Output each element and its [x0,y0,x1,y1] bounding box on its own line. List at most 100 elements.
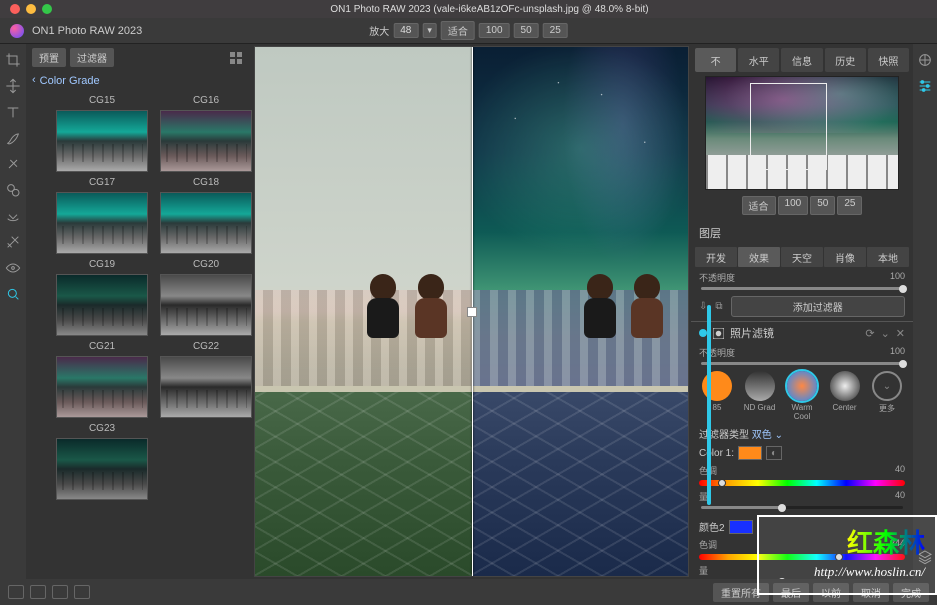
hue2-label: 色调 [699,538,717,551]
canvas[interactable] [254,46,689,577]
add-filter-button[interactable]: 添加过滤器 [731,296,905,317]
style-center[interactable]: Center [827,371,863,421]
app-icon [10,24,24,38]
watermark: 红森林 http://www.hoslin.cn/ [757,515,937,595]
preset-thumb[interactable] [56,356,148,418]
preset-label: CG22 [160,338,252,356]
document-tab[interactable]: ON1 Photo RAW 2023 [32,25,142,37]
layout-3-icon[interactable] [52,585,68,599]
preset-thumb[interactable] [56,192,148,254]
preset-grid[interactable]: CG15CG16 CG17CG18 CG19CG20 CG21CG22 CG23 [26,92,252,577]
zoom-value[interactable]: 48 [393,23,418,38]
preset-breadcrumb[interactable]: ‹ Color Grade [26,70,252,92]
brush-icon[interactable] [5,130,21,146]
zoom-label: 放大 [369,23,389,38]
amount1-value: 40 [895,490,905,503]
reset-icon[interactable]: ⟳ [865,327,874,340]
hue1-slider[interactable] [699,480,905,486]
style-more[interactable]: ⌄更多 [869,371,905,421]
preset-label: CG15 [56,92,148,110]
minimize-window[interactable] [26,4,36,14]
preset-thumb[interactable] [160,192,252,254]
filter-header[interactable]: 照片滤镜 ⟳⌄✕ [691,321,913,344]
layers-label: 图层 [691,221,913,245]
preset-thumb[interactable] [160,110,252,172]
tool-strip-left [0,44,26,605]
tab-presets[interactable]: 预置 [32,48,66,67]
crop-icon[interactable] [5,52,21,68]
zoom-fit[interactable]: 适合 [441,21,475,40]
grid-view-icon[interactable] [230,51,242,63]
compare-handle[interactable] [467,307,477,317]
preset-label: CG21 [56,338,148,356]
tab-history[interactable]: 历史 [825,48,866,72]
tab-filters[interactable]: 过滤器 [70,48,114,67]
color1-label: Color 1: [699,448,734,459]
tab-snapshot[interactable]: 快照 [868,48,909,72]
close-window[interactable] [10,4,20,14]
tab-sky[interactable]: 天空 [781,247,823,267]
style-ndgrad[interactable]: ND Grad [742,371,778,421]
filter-opacity-slider[interactable] [701,362,903,365]
nav-fit[interactable]: 适合 [742,196,776,215]
clone-icon[interactable] [5,182,21,198]
layout-1-icon[interactable] [8,585,24,599]
tab-info[interactable]: 信息 [781,48,822,72]
opacity-slider[interactable] [701,287,903,290]
color-picker-icon[interactable]: ◐ [766,446,782,460]
navigator-viewport[interactable] [750,83,827,170]
hue1-value: 40 [895,464,905,477]
type-value[interactable]: 双色 [752,430,772,441]
collapse-icon[interactable]: ⌄ [881,327,890,340]
nav-25[interactable]: 25 [837,196,862,215]
delete-icon[interactable]: ✕ [896,327,905,340]
preset-thumb[interactable] [56,110,148,172]
nav-50[interactable]: 50 [810,196,835,215]
zoom-50[interactable]: 50 [514,23,539,38]
zoom-100[interactable]: 100 [479,23,510,38]
color2-swatch[interactable] [729,520,753,534]
zoom-25[interactable]: 25 [543,23,568,38]
preset-label: CG19 [56,256,148,274]
filter-enabled-dot[interactable] [699,329,707,337]
amount2-label: 量 [699,564,708,577]
amount1-slider[interactable] [701,506,903,509]
style-warmcool[interactable]: Warm Cool [784,371,820,421]
text-icon[interactable] [5,104,21,120]
tab-none[interactable]: 不 [695,48,736,72]
tab-level[interactable]: 水平 [738,48,779,72]
preset-panel: 预置 过滤器 ‹ Color Grade CG15CG16 CG17CG18 C… [26,44,252,605]
preset-label: CG17 [56,174,148,192]
filter-opacity-value: 100 [890,346,905,359]
heal-icon[interactable] [5,156,21,172]
layout-4-icon[interactable] [74,585,90,599]
preset-thumb[interactable] [160,274,252,336]
preset-thumb[interactable] [160,356,252,418]
filter-scrollbar[interactable] [707,305,711,505]
style-85[interactable]: 85 [699,371,735,421]
preset-thumb[interactable] [56,438,148,500]
nav-100[interactable]: 100 [778,196,809,215]
color1-swatch[interactable] [738,446,762,460]
tab-portrait[interactable]: 肖像 [824,247,866,267]
chevron-left-icon: ‹ [32,74,36,86]
zoom-window[interactable] [42,4,52,14]
copy-icon[interactable]: ⧉ [715,301,722,312]
browse-icon[interactable] [917,52,933,68]
tab-effects[interactable]: 效果 [738,247,780,267]
navigator-preview[interactable] [705,76,899,190]
zoom-dropdown[interactable]: ▾ [422,23,437,38]
tab-local[interactable]: 本地 [867,247,909,267]
chevron-down-icon[interactable]: ⌄ [775,430,783,441]
gradient-icon[interactable] [5,234,21,250]
layout-2-icon[interactable] [30,585,46,599]
ai-mask-icon[interactable] [5,286,21,302]
viewer: 预习 [252,44,691,605]
tab-develop[interactable]: 开发 [695,247,737,267]
preset-thumb[interactable] [56,274,148,336]
mask-icon[interactable] [713,328,724,339]
mask-brush-icon[interactable] [5,208,21,224]
move-icon[interactable] [5,78,21,94]
sliders-icon[interactable] [917,78,933,94]
eye-icon[interactable] [5,260,21,276]
